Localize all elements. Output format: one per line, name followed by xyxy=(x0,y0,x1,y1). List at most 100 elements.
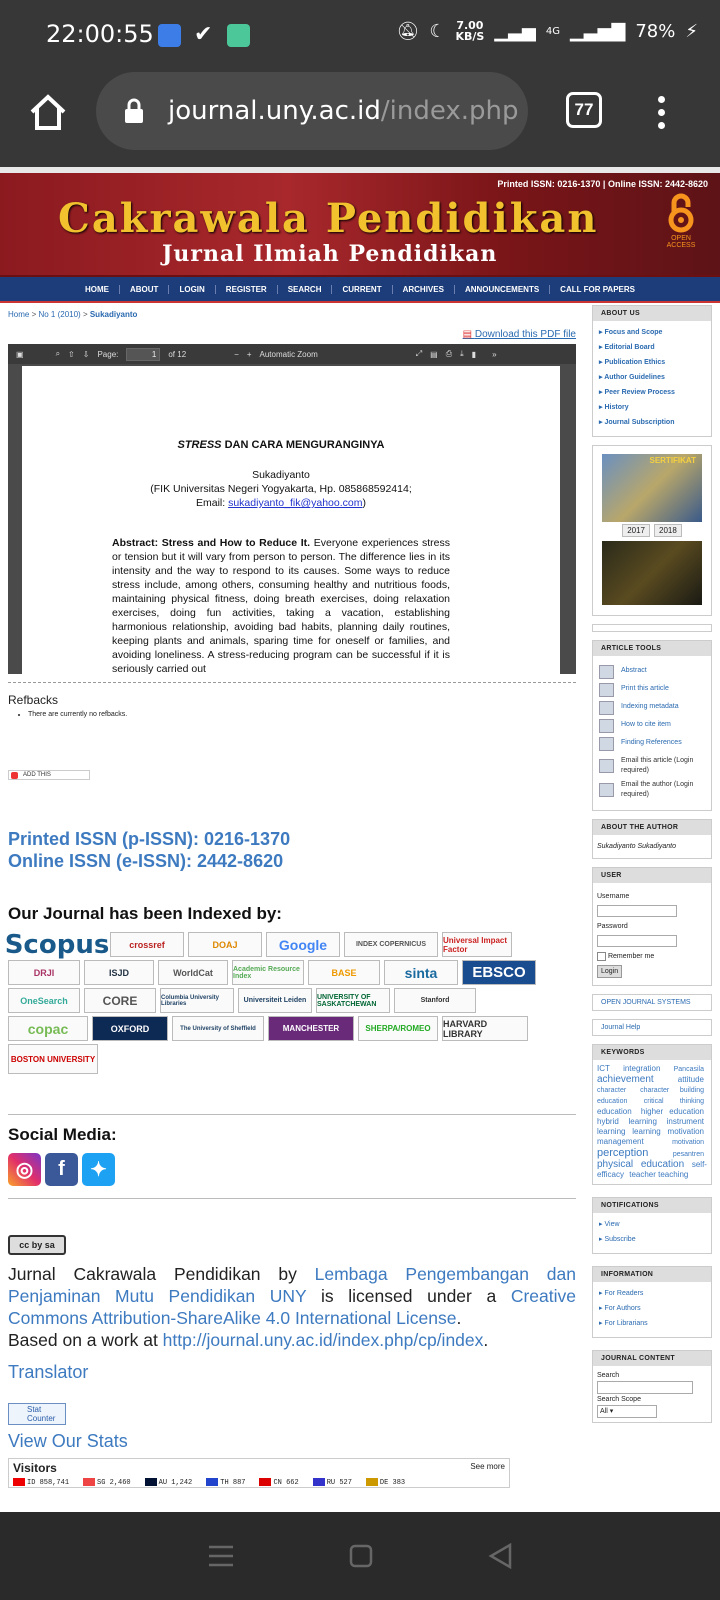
tool-abstract[interactable]: Abstract xyxy=(599,662,705,680)
year-2017-button[interactable]: 2017 xyxy=(622,524,650,537)
keyword-education-3[interactable]: education xyxy=(641,1159,684,1170)
save-icon[interactable]: ⤓ xyxy=(460,349,464,359)
tool-email-article[interactable]: Email this article (Login required) xyxy=(599,756,705,776)
keyword-attitude[interactable]: attitude xyxy=(678,1075,704,1084)
nav-search[interactable]: SEARCH xyxy=(278,284,333,294)
home-icon[interactable] xyxy=(28,92,68,132)
sidebar-toggle-icon[interactable]: ▣ xyxy=(16,350,24,359)
harvard-library-logo[interactable]: HARVARD LIBRARY xyxy=(442,1016,528,1041)
sidebar-peer-review[interactable]: Peer Review Process xyxy=(599,385,705,400)
sidebar-author-guidelines[interactable]: Author Guidelines xyxy=(599,370,705,385)
breadcrumb-current[interactable]: Sukadiyanto xyxy=(90,310,138,319)
search-scope-select[interactable]: All ▾ xyxy=(597,1405,657,1418)
twitter-icon[interactable]: ✦ xyxy=(82,1153,115,1186)
tool-find-references[interactable]: Finding References xyxy=(599,734,705,752)
sidebar-history[interactable]: History xyxy=(599,400,705,415)
zoom-select[interactable]: Automatic Zoom xyxy=(260,350,318,359)
isjd-logo[interactable]: ISJD xyxy=(84,960,154,985)
keyword-higher-education[interactable]: higher education xyxy=(641,1107,704,1116)
stanford-logo[interactable]: Stanford xyxy=(394,988,476,1013)
scopus-logo[interactable]: Scopus xyxy=(5,930,110,960)
next-page-icon[interactable]: ⇩ xyxy=(83,350,90,359)
sidebar-publication-ethics[interactable]: Publication Ethics xyxy=(599,355,705,370)
keyword-learning-3[interactable]: learning xyxy=(632,1127,660,1136)
overflow-menu-icon[interactable] xyxy=(658,96,666,135)
saskatchewan-logo[interactable]: UNIVERSITY OF SASKATCHEWAN xyxy=(316,988,390,1013)
keyword-physical[interactable]: physical xyxy=(597,1159,633,1170)
remember-checkbox[interactable] xyxy=(597,951,606,961)
back-icon[interactable] xyxy=(488,1543,512,1569)
keyword-ict[interactable]: ICT xyxy=(597,1064,610,1073)
zoom-out-icon[interactable]: − xyxy=(234,350,239,359)
breadcrumb-issue[interactable]: No 1 (2010) xyxy=(38,310,80,319)
nav-register[interactable]: REGISTER xyxy=(216,284,278,294)
nav-home[interactable]: HOME xyxy=(75,284,120,294)
tool-cite[interactable]: How to cite item xyxy=(599,716,705,734)
journal-help-link[interactable]: Journal Help xyxy=(592,1019,712,1036)
cc-license-badge[interactable]: cc by sa xyxy=(8,1235,66,1255)
login-button[interactable]: Login xyxy=(597,965,623,978)
fullscreen-icon[interactable]: ⤢ xyxy=(416,349,422,359)
username-input[interactable] xyxy=(597,905,677,918)
breadcrumb-home[interactable]: Home xyxy=(8,310,29,319)
recent-apps-icon[interactable] xyxy=(208,1545,234,1567)
columbia-logo[interactable]: Columbia University Libraries xyxy=(160,988,234,1013)
sinta-logo[interactable]: sinta xyxy=(384,960,458,985)
tool-indexing-metadata[interactable]: Indexing metadata xyxy=(599,698,705,716)
boston-university-logo[interactable]: BOSTON UNIVERSITY xyxy=(8,1044,98,1074)
nav-announcements[interactable]: ANNOUNCEMENTS xyxy=(455,284,551,294)
keyword-learning-1[interactable]: learning xyxy=(628,1117,656,1126)
statcounter-logo[interactable]: Stat Counter xyxy=(8,1403,66,1425)
keyword-pesantren[interactable]: pesantren xyxy=(673,1151,704,1158)
tool-email-author[interactable]: Email the author (Login required) xyxy=(599,780,705,800)
source-url-link[interactable]: http://journal.uny.ac.id/index.php/cp/in… xyxy=(163,1330,484,1350)
search-input[interactable] xyxy=(597,1381,693,1394)
view-stats-link[interactable]: View Our Stats xyxy=(8,1431,576,1452)
keyword-learning-2[interactable]: learning xyxy=(597,1127,625,1136)
keyword-motivation-1[interactable]: motivation xyxy=(668,1127,704,1136)
keyword-instrument[interactable]: instrument xyxy=(667,1117,704,1126)
keyword-education-1[interactable]: education xyxy=(597,1098,627,1105)
open-file-icon[interactable]: ▤ xyxy=(430,350,438,359)
onesearch-logo[interactable]: OneSearch xyxy=(8,988,80,1013)
prev-page-icon[interactable]: ⇧ xyxy=(68,350,75,359)
email-link[interactable]: sukadiyanto_fik@yahoo.com xyxy=(228,497,362,509)
certificate-image-2[interactable] xyxy=(602,541,702,605)
nav-archives[interactable]: ARCHIVES xyxy=(393,284,455,294)
download-pdf-link[interactable]: ▤ Download this PDF file xyxy=(8,329,576,340)
keyword-perception[interactable]: perception xyxy=(597,1147,648,1159)
sidebar-editorial-board[interactable]: Editorial Board xyxy=(599,340,705,355)
sheffield-logo[interactable]: The University of Sheffield xyxy=(172,1016,264,1041)
sherpa-romeo-logo[interactable]: SHERPA/ROMEO xyxy=(358,1016,438,1041)
core-logo[interactable]: CORE xyxy=(84,988,156,1013)
base-logo[interactable]: BASE xyxy=(308,960,380,985)
notif-view[interactable]: View xyxy=(599,1217,705,1232)
universal-impact-factor-logo[interactable]: Universal Impact Factor xyxy=(442,932,512,957)
see-more-link[interactable]: See more xyxy=(470,1462,505,1471)
certificate-image[interactable]: SERTIFIKAT xyxy=(602,454,702,522)
sidebar-focus-scope[interactable]: Focus and Scope xyxy=(599,325,705,340)
academic-resource-index-logo[interactable]: Academic Resource Index xyxy=(232,960,304,985)
info-readers[interactable]: For Readers xyxy=(599,1286,705,1301)
nav-current[interactable]: CURRENT xyxy=(332,284,393,294)
keyword-motivation-2[interactable]: motivation xyxy=(672,1139,704,1146)
keyword-thinking[interactable]: thinking xyxy=(680,1098,704,1105)
keyword-character-building[interactable]: character building xyxy=(640,1087,704,1094)
facebook-icon[interactable]: f xyxy=(45,1153,78,1186)
keyword-pancasila[interactable]: Pancasila xyxy=(674,1066,704,1073)
addthis-button[interactable]: ADD THIS xyxy=(8,770,90,780)
info-authors[interactable]: For Authors xyxy=(599,1301,705,1316)
sidebar-subscription[interactable]: Journal Subscription xyxy=(599,415,705,430)
keyword-achievement[interactable]: achievement xyxy=(597,1074,654,1085)
keyword-teacher-teaching[interactable]: teacher teaching xyxy=(629,1170,688,1179)
keyword-hybrid[interactable]: hybrid xyxy=(597,1117,619,1126)
crossref-logo[interactable]: crossref xyxy=(110,932,184,957)
ojs-link[interactable]: OPEN JOURNAL SYSTEMS xyxy=(592,994,712,1011)
page-number-input[interactable]: 1 xyxy=(126,347,161,361)
search-icon[interactable]: ⌕ xyxy=(56,349,60,359)
ebsco-logo[interactable]: EBSCO xyxy=(462,960,536,985)
pdf-viewer[interactable]: ▣ ⌕ ⇧ ⇩ Page: 1 of 12 − + Automatic Zoom… xyxy=(8,344,576,674)
translator-link[interactable]: Translator xyxy=(8,1361,576,1383)
drji-logo[interactable]: DRJI xyxy=(8,960,80,985)
notif-subscribe[interactable]: Subscribe xyxy=(599,1232,705,1247)
